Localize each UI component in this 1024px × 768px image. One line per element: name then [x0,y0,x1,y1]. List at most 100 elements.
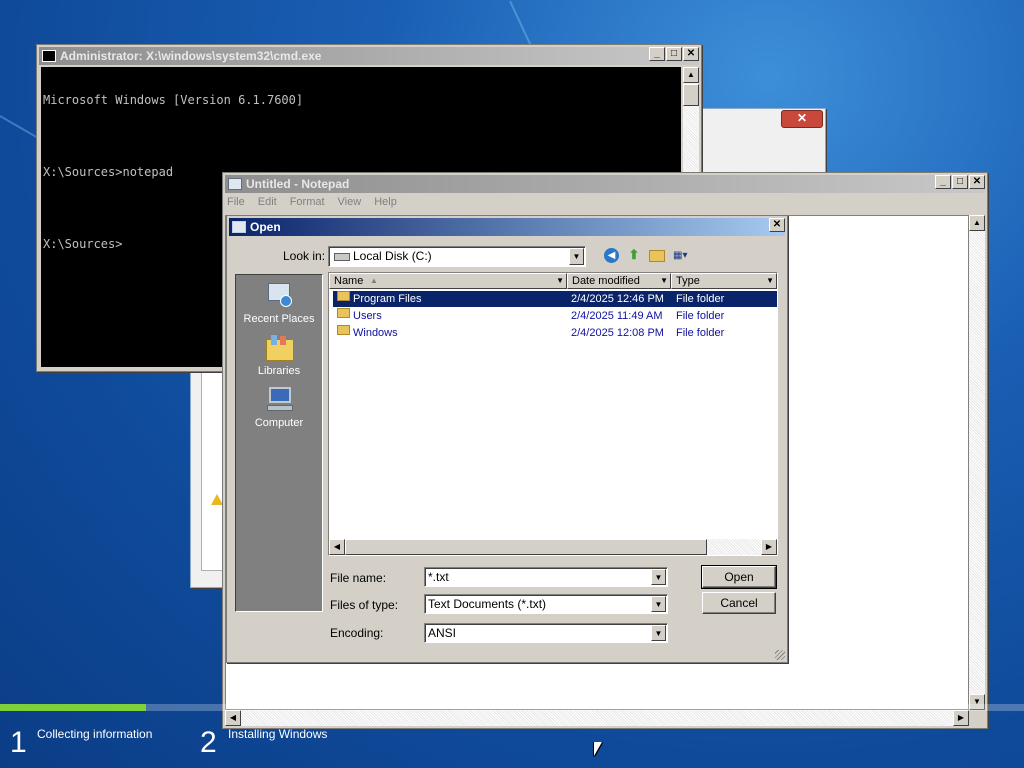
menu-help[interactable]: Help [374,196,397,212]
item-name: Windows [353,327,398,339]
close-button[interactable]: ✕ [683,47,699,61]
drive-icon [334,253,350,261]
file-name-input[interactable]: *.txt ▼ [424,567,668,587]
file-list[interactable]: Name ▲ ▼ Date modified ▼ Type ▼ Program … [328,272,778,556]
menu-edit[interactable]: Edit [258,196,277,212]
computer-icon [264,385,294,415]
step-label: Installing Windows [228,727,328,741]
close-button[interactable]: ✕ [769,218,785,232]
places-bar: Recent Places Libraries Computer [235,274,323,612]
folder-icon [337,291,350,301]
chevron-down-icon[interactable]: ▼ [569,248,584,265]
chevron-down-icon[interactable]: ▼ [651,625,666,641]
list-item[interactable]: Windows 2/4/2025 12:08 PM File folder [333,325,777,341]
notepad-title: Untitled - Notepad [246,177,350,191]
cmd-caption-buttons: _ □ ✕ [648,47,699,61]
scroll-up-button[interactable]: ▲ [969,215,985,231]
look-in-dropdown[interactable]: Local Disk (C:) ▼ [328,246,586,267]
new-folder-icon[interactable] [649,250,665,262]
files-of-type-label: Files of type: [330,598,399,612]
notepad-icon [232,221,246,233]
setup-progress-area: 1 Collecting information 2 Installing Wi… [0,700,1024,768]
list-item[interactable]: Users 2/4/2025 11:49 AM File folder [333,308,777,324]
column-header-date[interactable]: Date modified ▼ [567,273,671,289]
chevron-down-icon[interactable]: ▼ [660,274,668,288]
step-label: Collecting information [37,727,153,741]
progress-bar-fill [0,704,146,711]
sort-up-icon: ▲ [370,276,378,285]
cmd-title: Administrator: X:\windows\system32\cmd.e… [60,49,322,63]
scroll-thumb[interactable] [345,539,707,555]
scroll-right-button[interactable]: ▶ [761,539,777,555]
encoding-label: Encoding: [330,626,384,640]
open-dialog-titlebar[interactable]: Open [229,218,785,236]
wallpaper-streak [509,0,533,47]
chevron-down-icon[interactable]: ▼ [651,596,666,612]
look-in-value: Local Disk (C:) [353,249,432,263]
menu-view[interactable]: View [338,196,362,212]
item-type: File folder [676,310,725,322]
scroll-thumb[interactable] [683,84,699,106]
place-label: Libraries [257,365,301,377]
place-label: Recent Places [243,313,315,325]
step-number: 2 [200,726,217,759]
item-name: Program Files [353,293,422,305]
item-type: File folder [676,327,725,339]
libraries-icon [264,333,294,363]
chevron-down-icon[interactable]: ▼ [556,274,564,288]
place-label: Computer [254,417,304,429]
place-libraries[interactable]: Libraries [236,333,322,377]
menu-format[interactable]: Format [290,196,325,212]
notepad-titlebar[interactable]: Untitled - Notepad [225,175,985,193]
folder-icon [337,325,350,335]
minimize-button[interactable]: _ [649,47,665,61]
files-of-type-value: Text Documents (*.txt) [428,597,547,611]
back-icon[interactable]: ◀ [604,248,619,263]
open-button[interactable]: Open [701,565,777,589]
mouse-cursor-icon [594,742,602,756]
file-name-label: File name: [330,571,387,585]
item-type: File folder [676,293,725,305]
open-dialog-caption-buttons: ✕ [768,218,785,232]
setup-window-close-button[interactable]: ✕ [781,110,823,128]
look-in-label: Look in: [283,249,326,263]
minimize-button[interactable]: _ [935,175,951,189]
chevron-down-icon[interactable]: ▼ [651,569,666,585]
files-of-type-dropdown[interactable]: Text Documents (*.txt) ▼ [424,594,668,614]
recent-places-icon [264,281,294,311]
place-computer[interactable]: Computer [236,385,322,429]
cmd-titlebar[interactable]: Administrator: X:\windows\system32\cmd.e… [39,47,699,65]
column-header-label: Name [334,275,364,287]
item-name: Users [353,310,382,322]
column-header-label: Date modified [572,275,640,287]
menu-file[interactable]: File [227,196,245,212]
maximize-button[interactable]: □ [666,47,682,61]
file-name-value: *.txt [428,570,449,584]
notepad-caption-buttons: _ □ ✕ [934,175,985,189]
item-date: 2/4/2025 11:49 AM [571,310,663,322]
cmd-icon [42,50,56,62]
folder-icon [337,308,350,318]
maximize-button[interactable]: □ [952,175,968,189]
open-dialog-title: Open [250,220,281,234]
list-item[interactable]: Program Files 2/4/2025 12:46 PM File fol… [333,291,777,307]
column-header-type[interactable]: Type ▼ [671,273,777,289]
scroll-up-button[interactable]: ▲ [683,67,699,83]
close-button[interactable]: ✕ [969,175,985,189]
notepad-vscrollbar[interactable]: ▲ ▼ [969,215,985,710]
item-date: 2/4/2025 12:46 PM [571,293,664,305]
open-dialog: Open ✕ Look in: Local Disk (C:) ▼ ◀ ⬆ ▦▾… [226,215,788,663]
encoding-value: ANSI [428,626,457,640]
up-folder-icon[interactable]: ⬆ [627,247,641,263]
cancel-button[interactable]: Cancel [702,592,776,614]
console-line: Microsoft Windows [Version 6.1.7600] [43,93,304,107]
column-header-name[interactable]: Name ▲ ▼ [329,273,567,289]
scroll-left-button[interactable]: ◀ [329,539,345,555]
file-list-hscrollbar[interactable]: ◀ ▶ [329,539,777,555]
resize-grip-icon[interactable] [775,650,785,660]
place-recent-places[interactable]: Recent Places [236,281,322,325]
chevron-down-icon[interactable]: ▼ [766,274,774,288]
encoding-dropdown[interactable]: ANSI ▼ [424,623,668,643]
view-menu-icon[interactable]: ▦▾ [673,248,695,263]
progress-bar-track [0,704,1024,711]
